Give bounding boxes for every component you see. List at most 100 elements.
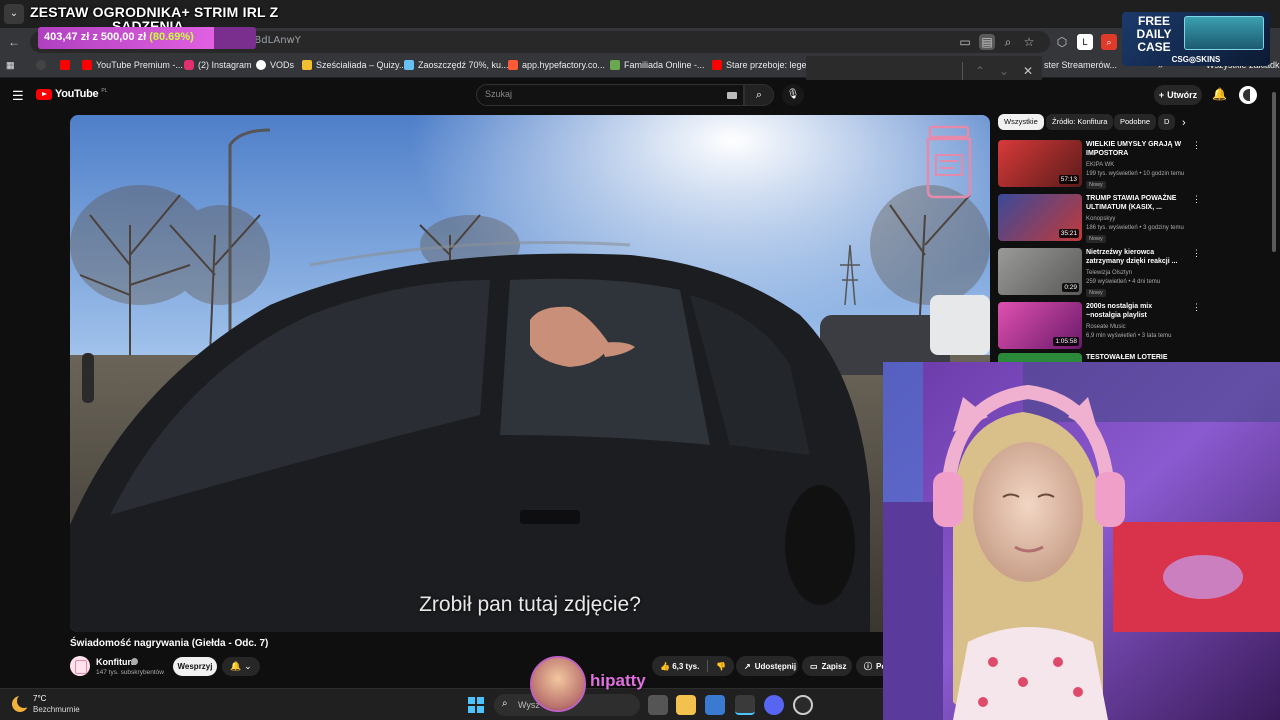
find-prev-icon[interactable]: ⌃ — [972, 63, 988, 79]
like-button[interactable]: 👍 6,3 tys. — [660, 662, 699, 671]
plus-icon: + — [1158, 90, 1165, 100]
youtube-header: ☰ YouTube PL Szukaj ⌕ 🎙 + Utwórz 🔔 — [0, 80, 1280, 110]
star-icon[interactable]: ☆ — [1021, 34, 1037, 50]
more-options-icon[interactable]: ⋮ — [1192, 248, 1201, 259]
csgo-skins-ad: FREE DAILY CASE CSG◎SKINS — [1122, 12, 1270, 66]
channel-watermark-icon — [926, 125, 972, 199]
obs-icon[interactable] — [793, 695, 813, 715]
bookmark-hypefactory[interactable]: app.hypefactory.co... — [508, 60, 605, 70]
create-button[interactable]: + Utwórz — [1154, 85, 1202, 105]
search-input[interactable]: Szukaj — [476, 84, 744, 106]
search-icon: ⌕ — [502, 698, 508, 709]
extension-l-icon[interactable]: L — [1077, 34, 1093, 50]
windows-start-icon[interactable] — [468, 697, 484, 713]
bell-icon: 🔔 — [230, 661, 242, 671]
tab-search-dropdown[interactable]: ⌄ — [4, 4, 24, 24]
find-next-icon[interactable]: ⌄ — [996, 63, 1012, 79]
keyboard-icon[interactable] — [727, 92, 737, 99]
familiada-icon — [610, 60, 620, 70]
instagram-icon — [184, 60, 194, 70]
bookmark-stare-przeboje[interactable]: Stare przeboje: lege... — [712, 60, 814, 70]
extension-icon[interactable]: ⬡ — [1054, 34, 1070, 50]
recommendation-chips: Wszystkie Źródło: Konfitura Podobne D — [998, 114, 1198, 132]
steam-icon — [404, 60, 414, 70]
windows-taskbar: 7°C Bezchmurnie ⌕ Wysz — [0, 688, 883, 720]
apps-grid-icon[interactable]: ▦ — [6, 60, 15, 71]
share-button[interactable]: ↗ Udostępnij — [736, 656, 798, 676]
discord-icon[interactable] — [764, 695, 784, 715]
video-player[interactable]: Zrobił pan tutaj zdjęcie? — [70, 115, 990, 632]
streamer-webcam — [883, 362, 1280, 720]
recommendation-item[interactable]: 0:29 Nietrzeźwy kierowca zatrzymany dzię… — [998, 248, 1208, 298]
streamer-avatar — [530, 656, 586, 712]
recommendation-item[interactable]: 57:13 WIELKIE UMYSŁY GRAJĄ W IMPOSTORA E… — [998, 140, 1208, 190]
save-button[interactable]: ▭ Zapisz — [802, 656, 852, 676]
screen: ⌄ ← oVtNBdLAnwY ▭ ▤ ⌕ ☆ ⬡ L ⌕ ▦ YouTube … — [0, 0, 1280, 720]
video-title: Świadomość nagrywania (Giełda - Odc. 7) — [70, 638, 269, 649]
store-icon[interactable] — [705, 695, 725, 715]
quiz-icon — [302, 60, 312, 70]
chip-similar[interactable]: Podobne — [1114, 114, 1157, 130]
more-options-icon[interactable]: ⋮ — [1192, 194, 1201, 205]
support-button[interactable]: Wesprzyj — [173, 657, 217, 676]
donation-goal-bar: 403,47 zł z 500,00 zł (80.69%) — [38, 27, 256, 49]
file-explorer-icon[interactable] — [676, 695, 696, 715]
more-options-icon[interactable]: ⋮ — [1192, 140, 1201, 151]
subscription-bell-button[interactable]: 🔔 ⌄ — [222, 657, 260, 676]
chip-more[interactable]: D — [1158, 114, 1176, 130]
video-thumbnail[interactable]: 0:29 — [998, 248, 1082, 295]
page-scrollbar[interactable] — [1272, 92, 1276, 252]
microphone-icon[interactable]: 🎙 — [782, 84, 804, 106]
youtube-icon — [712, 60, 722, 70]
weather-temperature: 7°C — [33, 694, 47, 703]
notifications-bell-icon[interactable]: 🔔 — [1212, 87, 1227, 101]
bookmarks-bar: ▦ YouTube Premium -... (2) Instagram VOD… — [0, 56, 1280, 78]
extension-red-icon[interactable]: ⌕ — [1101, 34, 1117, 50]
channel-name[interactable]: Konfitura — [96, 657, 136, 667]
weather-description: Bezchmurnie — [33, 705, 80, 714]
find-close-icon[interactable]: ✕ — [1020, 63, 1036, 79]
video-thumbnail[interactable]: 1:05:58 — [998, 302, 1082, 349]
bookmark-szescialiada[interactable]: Sześcialiada – Quizy... — [302, 60, 406, 70]
bookmark-streamerow[interactable]: ster Streamerów... — [1044, 60, 1117, 70]
account-avatar[interactable] — [1239, 86, 1257, 104]
youtube-logo[interactable]: YouTube PL — [36, 88, 107, 100]
like-divider — [707, 660, 709, 672]
moon-icon[interactable] — [12, 694, 31, 712]
youtube-icon — [82, 60, 92, 70]
chip-all[interactable]: Wszystkie — [998, 114, 1044, 130]
recommendation-item[interactable]: TESTOWAŁEM LOTERIE PRZEZ — [998, 353, 1208, 362]
bookmark-familiada[interactable]: Familiada Online -... — [610, 60, 705, 70]
back-arrow-icon[interactable]: ← — [6, 34, 22, 50]
chrome-icon[interactable] — [735, 695, 755, 715]
channel-avatar[interactable] — [70, 656, 90, 676]
thumbs-up-icon: 👍 — [660, 661, 670, 671]
bookmark-vods[interactable]: VODs — [256, 60, 294, 70]
cast-icon[interactable]: ▭ — [957, 34, 973, 50]
dislike-button[interactable]: 👎 — [716, 662, 726, 671]
more-options-icon[interactable]: ⋮ — [1192, 302, 1201, 313]
task-view-icon[interactable] — [648, 695, 668, 715]
search-button[interactable]: ⌕ — [744, 84, 774, 106]
video-thumbnail[interactable]: 57:13 — [998, 140, 1082, 187]
bookmark-icon-2[interactable] — [60, 60, 70, 70]
chip-source[interactable]: Źródło: Konfitura — [1046, 114, 1114, 130]
bookmark-icon-1[interactable] — [36, 60, 46, 70]
info-icon: ⓘ — [864, 661, 872, 671]
chips-next-icon[interactable]: › — [1182, 117, 1186, 129]
reading-mode-icon[interactable]: ▤ — [979, 34, 995, 50]
chevron-down-icon: ⌄ — [241, 661, 252, 671]
video-thumbnail[interactable]: 35:21 — [998, 194, 1082, 241]
share-icon: ↗ — [744, 661, 751, 671]
bookmark-steam[interactable]: Zaoszczędź 70%, ku... — [404, 60, 509, 70]
recommendation-item[interactable]: 35:21 TRUMP STAWIA POWAŻNE ULTIMATUM (KA… — [998, 194, 1208, 244]
donation-goal-text: 403,47 zł z 500,00 zł (80.69%) — [44, 31, 194, 43]
channel-subscribers: 147 tys. subskrybentów — [96, 669, 164, 676]
recommendation-item[interactable]: 1:05:58 2000s nostalgia mix ~nostalgia p… — [998, 302, 1208, 352]
hamburger-menu-icon[interactable]: ☰ — [12, 88, 24, 104]
bookmark-youtube-premium[interactable]: YouTube Premium -... — [82, 60, 183, 70]
zoom-icon[interactable]: ⌕ — [1000, 34, 1016, 50]
bookmark-instagram[interactable]: (2) Instagram — [184, 60, 252, 70]
video-subtitle: Zrobił pan tutaj zdjęcie? — [419, 593, 641, 616]
video-thumbnail[interactable] — [998, 353, 1082, 362]
